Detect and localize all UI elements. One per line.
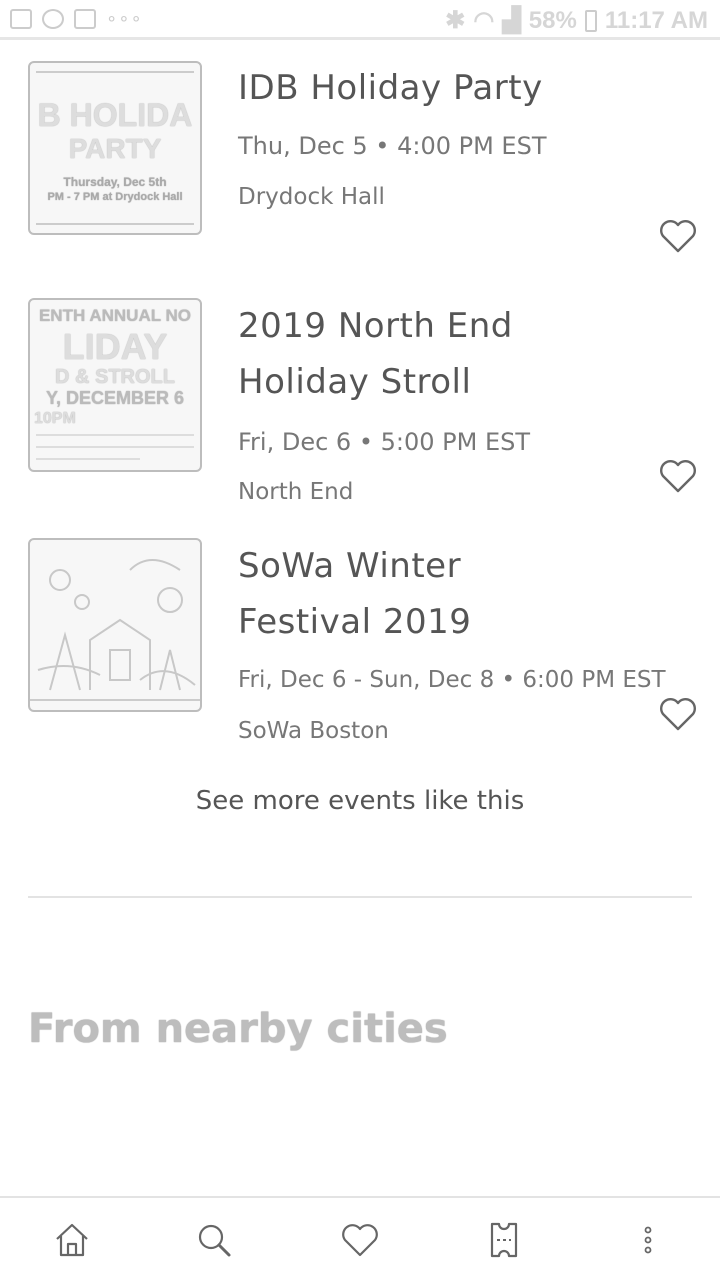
- system-status: ✱ ◠ ▟ 58% 11:17 AM: [445, 6, 708, 35]
- gallery-icon: [10, 8, 32, 29]
- nav-more[interactable]: [626, 1218, 670, 1262]
- heart-icon: [342, 1224, 378, 1257]
- divider: [28, 896, 692, 898]
- notification-icons: ∘∘∘: [10, 8, 143, 29]
- nav-search[interactable]: [192, 1218, 236, 1262]
- event-venue: SoWa Boston: [238, 718, 389, 744]
- favorite-heart-icon[interactable]: [658, 218, 698, 254]
- event-venue: North End: [238, 479, 354, 505]
- section-title: From nearby cities: [28, 1006, 448, 1052]
- clock: 11:17 AM: [604, 6, 708, 34]
- thumb-text: B HOLIDA: [37, 97, 193, 133]
- home-icon: [56, 1223, 88, 1257]
- festival-illustration: [30, 559, 200, 701]
- event-title-line[interactable]: SoWa Winter: [238, 538, 461, 594]
- thumb-text: Y, DECEMBER 6: [45, 388, 185, 408]
- thumb-text: ENTH ANNUAL NO: [38, 306, 192, 325]
- event-venue: Drydock Hall: [238, 184, 385, 210]
- event-thumbnail: ENTH ANNUAL NO LIDAY D & STROLL Y, DECEM…: [28, 298, 202, 472]
- favorite-heart-icon[interactable]: [658, 458, 698, 494]
- battery-icon: [584, 9, 597, 32]
- thumb-text: Thursday, Dec 5th: [63, 175, 167, 189]
- more-icon: [644, 1226, 652, 1254]
- event-date: Fri, Dec 6 - Sun, Dec 8 • 6:00 PM EST: [238, 667, 666, 693]
- status-bar: ∘∘∘ ✱ ◠ ▟ 58% 11:17 AM: [0, 0, 720, 40]
- wifi-icon: ◠: [473, 7, 495, 34]
- signal-icon: ▟: [502, 7, 521, 34]
- search-icon: [198, 1224, 231, 1257]
- see-more-events-link[interactable]: See more events like this: [0, 786, 720, 816]
- event-thumbnail: B HOLIDA PARTY Thursday, Dec 5th PM - 7 …: [28, 61, 202, 235]
- battery-percent: 58%: [528, 6, 577, 34]
- check-icon: [74, 8, 96, 29]
- more-notifications-icon: ∘∘∘: [106, 8, 143, 28]
- event-thumbnail: [28, 538, 202, 712]
- event-date: Thu, Dec 5 • 4:00 PM EST: [238, 132, 547, 160]
- event-date: Fri, Dec 6 • 5:00 PM EST: [238, 428, 530, 456]
- settings-icon: [42, 8, 64, 29]
- thumb-text: D & STROLL: [55, 366, 175, 388]
- nav-home[interactable]: [50, 1218, 94, 1262]
- event-title-line[interactable]: 2019 North End: [238, 298, 513, 354]
- bluetooth-icon: ✱: [445, 7, 466, 34]
- ticket-icon: [490, 1222, 518, 1258]
- thumb-text: PM - 7 PM at Drydock Hall: [47, 191, 183, 203]
- event-title-line[interactable]: Festival 2019: [238, 594, 471, 650]
- event-title[interactable]: IDB Holiday Party: [238, 60, 543, 116]
- bottom-navigation: [0, 1196, 720, 1280]
- thumb-text: PARTY: [68, 133, 162, 164]
- nav-likes[interactable]: [338, 1218, 382, 1262]
- nav-tickets[interactable]: [482, 1218, 526, 1262]
- thumb-text: LIDAY: [62, 326, 168, 367]
- favorite-heart-icon[interactable]: [658, 696, 698, 732]
- thumb-text: 10PM: [34, 410, 76, 427]
- event-title-line[interactable]: Holiday Stroll: [238, 354, 471, 410]
